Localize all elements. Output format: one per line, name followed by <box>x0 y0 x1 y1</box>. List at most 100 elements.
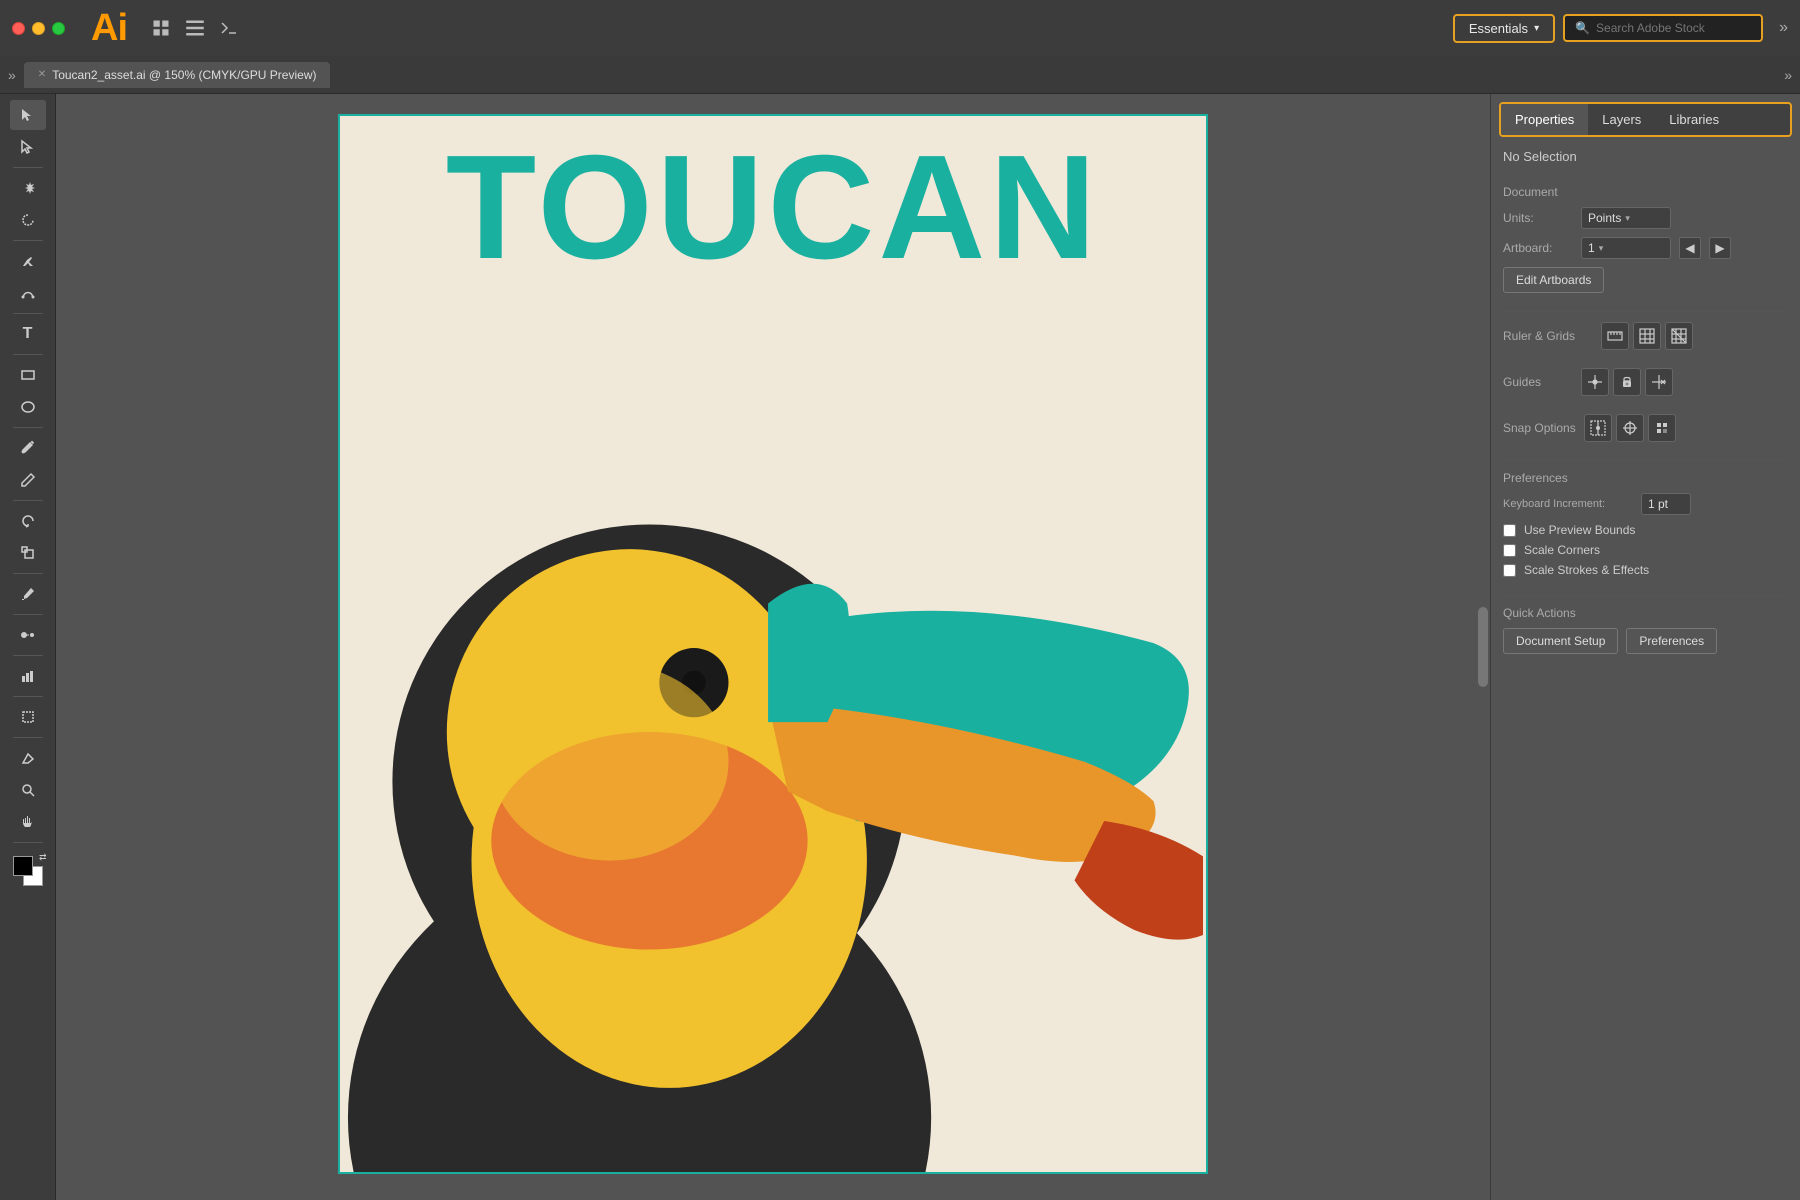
artboard-select[interactable]: 1 ▾ <box>1581 237 1671 259</box>
close-button[interactable] <box>12 22 25 35</box>
panel-content: No Selection Document Units: Points ▾ Ar… <box>1491 137 1800 1200</box>
fill-swatch <box>13 856 33 876</box>
fill-stroke-swatches[interactable]: ⇄ <box>9 852 47 890</box>
tool-eyedropper[interactable] <box>10 579 46 609</box>
clear-guides-btn[interactable] <box>1645 368 1673 396</box>
tool-rectangle[interactable] <box>10 360 46 390</box>
ruler-grids-icons <box>1601 322 1693 350</box>
artboard-value: 1 <box>1588 241 1595 255</box>
tool-graph[interactable] <box>10 661 46 691</box>
document-group-title: Document <box>1503 185 1788 199</box>
left-toolbar: T <box>0 94 56 1200</box>
tool-rotate[interactable] <box>10 506 46 536</box>
tab-expand-left[interactable]: » <box>8 67 16 83</box>
document-tab[interactable]: ✕ Toucan2_asset.ai @ 150% (CMYK/GPU Prev… <box>24 62 331 88</box>
scale-strokes-row: Scale Strokes & Effects <box>1503 563 1788 577</box>
use-preview-bounds-checkbox[interactable] <box>1503 524 1516 537</box>
tab-expand-right[interactable]: » <box>1784 67 1792 83</box>
snap-to-pixel-btn[interactable] <box>1648 414 1676 442</box>
scale-strokes-checkbox[interactable] <box>1503 564 1516 577</box>
tool-zoom[interactable] <box>10 775 46 805</box>
swap-colors-icon[interactable]: ⇄ <box>39 852 47 863</box>
divider-2 <box>1503 311 1788 312</box>
scale-corners-label: Scale Corners <box>1524 543 1600 557</box>
tab-layers[interactable]: Layers <box>1588 104 1655 135</box>
divider-3 <box>1503 460 1788 461</box>
keyboard-increment-input[interactable] <box>1641 493 1691 515</box>
tool-pencil[interactable] <box>10 465 46 495</box>
document-setup-button[interactable]: Document Setup <box>1503 628 1618 654</box>
tool-paintbrush[interactable] <box>10 433 46 463</box>
search-icon: 🔍 <box>1575 21 1590 35</box>
preferences-group: Preferences Keyboard Increment: Use Prev… <box>1503 471 1788 577</box>
app-logo: Ai <box>91 9 127 47</box>
artboard-next-btn[interactable]: ▶ <box>1709 237 1731 259</box>
tool-curvature-pen[interactable] <box>10 278 46 308</box>
scale-corners-row: Scale Corners <box>1503 543 1788 557</box>
tab-label: Toucan2_asset.ai @ 150% (CMYK/GPU Previe… <box>52 68 316 82</box>
search-stock-container: 🔍 <box>1563 14 1763 42</box>
quick-actions-group: Quick Actions Document Setup Preferences <box>1503 606 1788 654</box>
tab-properties[interactable]: Properties <box>1501 104 1588 135</box>
snap-to-grid-btn[interactable] <box>1584 414 1612 442</box>
scroll-indicator <box>1478 607 1488 687</box>
document-group: Document Units: Points ▾ Artboard: 1 ▾ <box>1503 185 1788 293</box>
tool-pen[interactable] <box>10 246 46 276</box>
ruler-grids-group: Ruler & Grids <box>1503 322 1788 350</box>
essentials-button[interactable]: Essentials ▾ <box>1453 14 1555 43</box>
artboard-title-text: TOUCAN <box>340 134 1206 282</box>
snap-to-point-btn[interactable] <box>1616 414 1644 442</box>
tab-close-icon[interactable]: ✕ <box>38 69 46 80</box>
panel-tabs: Properties Layers Libraries <box>1499 102 1792 137</box>
scale-strokes-label: Scale Strokes & Effects <box>1524 563 1649 577</box>
menu-icon-2[interactable] <box>181 14 209 42</box>
perspective-grid-icon-btn[interactable] <box>1665 322 1693 350</box>
menu-icon-3[interactable] <box>215 14 243 42</box>
tool-eraser[interactable] <box>10 743 46 773</box>
preferences-group-title: Preferences <box>1503 471 1788 485</box>
units-value: Points <box>1588 211 1621 225</box>
keyboard-increment-row: Keyboard Increment: <box>1503 493 1788 515</box>
search-stock-input[interactable] <box>1596 21 1751 35</box>
edit-artboards-button[interactable]: Edit Artboards <box>1503 267 1604 293</box>
tab-bar: » ✕ Toucan2_asset.ai @ 150% (CMYK/GPU Pr… <box>0 56 1800 94</box>
artboard-label: Artboard: <box>1503 241 1573 255</box>
tool-hand[interactable] <box>10 807 46 837</box>
use-preview-bounds-label: Use Preview Bounds <box>1524 523 1635 537</box>
tool-scale[interactable] <box>10 538 46 568</box>
menu-icon-1[interactable] <box>147 14 175 42</box>
preferences-button[interactable]: Preferences <box>1626 628 1717 654</box>
tool-ellipse[interactable] <box>10 392 46 422</box>
units-row: Units: Points ▾ <box>1503 207 1788 229</box>
guides-group: Guides <box>1503 368 1788 396</box>
artboard: TOUCAN <box>338 114 1208 1174</box>
tool-artboard[interactable] <box>10 702 46 732</box>
units-select[interactable]: Points ▾ <box>1581 207 1671 229</box>
scale-corners-checkbox[interactable] <box>1503 544 1516 557</box>
ruler-icon-btn[interactable] <box>1601 322 1629 350</box>
tab-libraries[interactable]: Libraries <box>1655 104 1733 135</box>
traffic-lights <box>12 22 65 35</box>
tool-type[interactable]: T <box>10 319 46 349</box>
tool-magic-wand[interactable] <box>10 173 46 203</box>
ruler-grids-label: Ruler & Grids <box>1503 329 1593 343</box>
show-guides-btn[interactable] <box>1581 368 1609 396</box>
title-bar: Ai Essentials ▾ 🔍 » <box>0 0 1800 56</box>
tool-blend[interactable] <box>10 620 46 650</box>
minimize-button[interactable] <box>32 22 45 35</box>
lock-guides-btn[interactable] <box>1613 368 1641 396</box>
tool-lasso[interactable] <box>10 205 46 235</box>
grid-icon-btn[interactable] <box>1633 322 1661 350</box>
tool-direct-selection[interactable] <box>10 132 46 162</box>
divider-1 <box>1503 174 1788 175</box>
panel-collapse-right[interactable]: » <box>1779 19 1788 37</box>
artboard-row: Artboard: 1 ▾ ◀ ▶ <box>1503 237 1788 259</box>
tool-selection[interactable] <box>10 100 46 130</box>
keyboard-increment-label: Keyboard Increment: <box>1503 498 1633 510</box>
guides-label: Guides <box>1503 375 1573 389</box>
artboard-prev-btn[interactable]: ◀ <box>1679 237 1701 259</box>
canvas-area[interactable]: TOUCAN <box>56 94 1490 1200</box>
menu-toolbar <box>147 14 243 42</box>
snap-icons <box>1584 414 1676 442</box>
fullscreen-button[interactable] <box>52 22 65 35</box>
